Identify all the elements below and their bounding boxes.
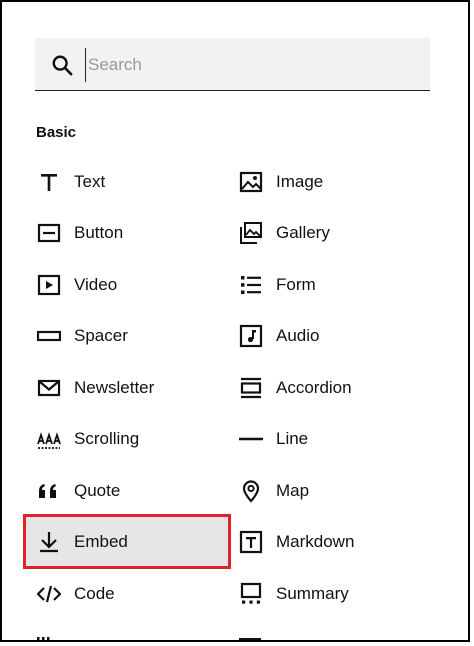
block-label: Text bbox=[74, 172, 106, 191]
search-bar bbox=[35, 38, 430, 91]
block-label: Quote bbox=[74, 481, 121, 500]
summary-icon bbox=[238, 581, 264, 607]
envelope-icon bbox=[36, 375, 62, 401]
line-icon bbox=[238, 426, 264, 452]
block-line[interactable]: Line bbox=[238, 417, 428, 461]
block-embed[interactable]: Embed bbox=[26, 517, 228, 566]
section-title: Basic bbox=[36, 124, 77, 141]
block-label: Map bbox=[276, 481, 310, 500]
map-pin-icon bbox=[238, 478, 264, 504]
audio-icon bbox=[238, 323, 264, 349]
block-image[interactable]: Image bbox=[238, 160, 428, 204]
block-label: Form bbox=[276, 275, 316, 294]
block-label: Gallery bbox=[276, 223, 330, 242]
block-audio[interactable]: Audio bbox=[238, 314, 428, 358]
video-icon bbox=[36, 272, 62, 298]
block-code[interactable]: Code bbox=[36, 572, 226, 616]
block-spacer[interactable]: Spacer bbox=[36, 314, 226, 358]
block-markdown[interactable]: Markdown bbox=[238, 520, 428, 564]
block-map[interactable]: Map bbox=[238, 469, 428, 513]
download-icon bbox=[36, 529, 62, 555]
gallery-icon bbox=[238, 220, 264, 246]
block-label: Newsletter bbox=[74, 378, 155, 397]
block-label: Line bbox=[276, 429, 309, 448]
markdown-icon bbox=[238, 529, 264, 555]
block-summary[interactable]: Summary bbox=[238, 572, 428, 616]
block-label: Button bbox=[74, 223, 124, 242]
block-label: Accordion bbox=[276, 378, 352, 397]
form-list-icon bbox=[238, 272, 264, 298]
block-form[interactable]: Form bbox=[238, 263, 428, 307]
block-video[interactable]: Video bbox=[36, 263, 226, 307]
block-gallery[interactable]: Gallery bbox=[238, 211, 428, 255]
add-block-panel: Basic Text Button Video Spacer Newslette… bbox=[0, 0, 470, 642]
partial-block-icon bbox=[36, 632, 62, 640]
block-scrolling[interactable]: Scrolling bbox=[36, 417, 226, 461]
block-label: Scrolling bbox=[74, 429, 140, 448]
block-newsletter[interactable]: Newsletter bbox=[36, 366, 226, 410]
block-label: Image bbox=[276, 172, 324, 191]
spacer-icon bbox=[36, 323, 62, 349]
block-label: Spacer bbox=[74, 326, 128, 345]
block-text[interactable]: Text bbox=[36, 160, 226, 204]
search-icon bbox=[52, 55, 73, 76]
quote-icon bbox=[36, 478, 62, 504]
code-icon bbox=[36, 581, 62, 607]
block-label: Markdown bbox=[276, 532, 355, 551]
accordion-icon bbox=[238, 375, 264, 401]
block-label: Code bbox=[74, 584, 115, 603]
block-label: Audio bbox=[276, 326, 320, 345]
scrolling-icon bbox=[36, 426, 62, 452]
block-label: Embed bbox=[74, 531, 128, 551]
text-icon bbox=[36, 169, 62, 195]
partial-block-icon bbox=[238, 634, 264, 640]
button-icon bbox=[36, 220, 62, 246]
search-input[interactable] bbox=[85, 48, 420, 82]
block-quote[interactable]: Quote bbox=[36, 469, 226, 513]
block-label: Video bbox=[74, 275, 118, 294]
block-accordion[interactable]: Accordion bbox=[238, 366, 428, 410]
block-label: Summary bbox=[276, 584, 349, 603]
image-icon bbox=[238, 169, 264, 195]
block-button[interactable]: Button bbox=[36, 211, 226, 255]
